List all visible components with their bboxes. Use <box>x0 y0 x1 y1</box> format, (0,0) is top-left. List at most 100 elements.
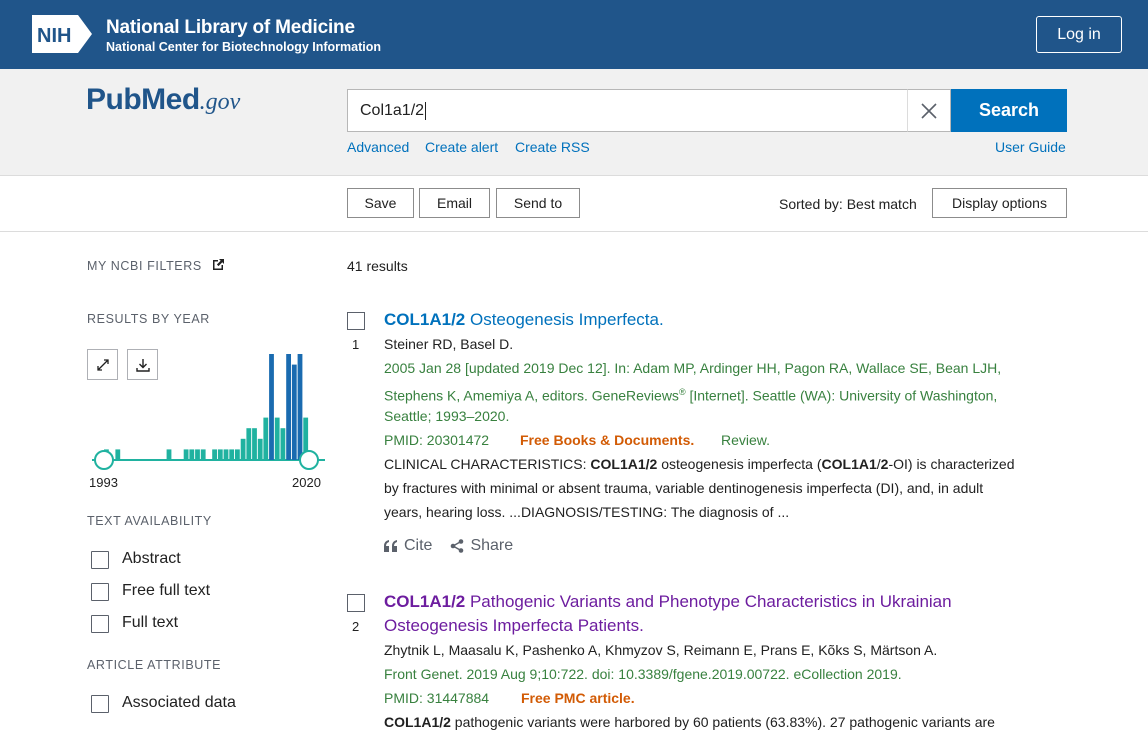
result-1-type: Review. <box>721 432 771 448</box>
result-2-snippet-1b: pathogenic variants were harbored by 60 … <box>450 714 995 730</box>
histogram-bar[interactable] <box>217 449 223 460</box>
nlm-title[interactable]: National Library of Medicine <box>106 17 355 39</box>
filter-associated-data[interactable]: Associated data <box>91 694 236 714</box>
histogram-bar[interactable] <box>115 449 121 460</box>
filter-free-full-text-label[interactable]: Free full text <box>122 582 210 600</box>
my-ncbi-filters-label: MY NCBI FILTERS <box>87 259 202 273</box>
result-2-free-badge: Free PMC article. <box>521 690 635 706</box>
histogram-bar[interactable] <box>189 449 195 460</box>
histogram-bar[interactable] <box>200 449 206 460</box>
result-1-actions: Cite Share <box>384 537 513 555</box>
nih-logo[interactable]: NIH <box>32 15 92 53</box>
filter-abstract-label[interactable]: Abstract <box>122 550 181 568</box>
result-1-snippet-3: years, hearing loss. ...DIAGNOSIS/TESTIN… <box>384 504 790 520</box>
result-count: 41 results <box>347 258 408 274</box>
result-1-cite-button[interactable]: Cite <box>384 537 432 555</box>
histogram-bar[interactable] <box>257 438 263 460</box>
create-alert-link[interactable]: Create alert <box>425 139 498 155</box>
logo-pub: Pub <box>86 83 142 116</box>
histogram-bar[interactable] <box>274 417 280 460</box>
advanced-link[interactable]: Advanced <box>347 139 409 155</box>
results-by-year-histogram[interactable] <box>87 340 332 475</box>
result-1-checkbox[interactable] <box>347 312 365 330</box>
histogram-bar[interactable] <box>246 428 252 460</box>
result-1-snippet-1d: COL1A1 <box>821 456 877 472</box>
result-2-snippet-1a: COL1A1/2 <box>384 714 451 730</box>
filter-full-text[interactable]: Full text <box>91 614 178 634</box>
result-1-pmid: PMID: 20301472 <box>384 432 490 448</box>
result-1-title-bold: COL1A1/2 <box>384 310 466 329</box>
result-2-title[interactable]: COL1A1/2 Pathogenic Variants and Phenoty… <box>384 590 1024 638</box>
filter-free-full-text[interactable]: Free full text <box>91 582 210 602</box>
histogram-bar[interactable] <box>166 449 172 460</box>
filter-associated-data-checkbox[interactable] <box>91 695 109 713</box>
email-button[interactable]: Email <box>419 188 490 218</box>
result-1-citation-2sup: ® <box>678 387 686 397</box>
logo-med: Med <box>141 83 200 116</box>
result-2-title-rest: Pathogenic Variants and Phenotype Charac… <box>465 592 952 611</box>
histogram-bar[interactable] <box>252 428 257 460</box>
filter-abstract-checkbox[interactable] <box>91 551 109 569</box>
filter-free-full-text-checkbox[interactable] <box>91 583 109 601</box>
share-icon <box>451 539 464 553</box>
result-1-share-label: Share <box>470 537 514 554</box>
histogram-bar[interactable] <box>263 417 269 460</box>
login-button[interactable]: Log in <box>1036 16 1122 53</box>
search-query: Col1a1/2 <box>360 101 425 119</box>
result-1-snippet-1c: osteogenesis imperfecta ( <box>657 456 822 472</box>
save-button[interactable]: Save <box>347 188 414 218</box>
user-guide-link[interactable]: User Guide <box>995 139 1066 155</box>
histogram-start-handle[interactable] <box>94 450 114 470</box>
filter-full-text-checkbox[interactable] <box>91 615 109 633</box>
histogram-bar[interactable] <box>286 354 291 460</box>
result-1-authors: Steiner RD, Basel D. <box>384 336 514 352</box>
result-2-pmid: PMID: 31447884 <box>384 690 490 706</box>
histogram-bar[interactable] <box>235 449 240 460</box>
text-cursor <box>425 101 427 120</box>
close-icon <box>921 102 937 119</box>
histogram-bar[interactable] <box>212 449 217 460</box>
histogram-bar[interactable] <box>229 449 235 460</box>
filter-associated-data-label[interactable]: Associated data <box>122 694 236 712</box>
create-rss-link[interactable]: Create RSS <box>515 139 590 155</box>
filter-abstract[interactable]: Abstract <box>91 550 181 570</box>
result-1-citation-2a: Stephens K, Amemiya A, editors. GeneRevi… <box>384 387 679 404</box>
result-1-title-rest: Osteogenesis Imperfecta. <box>465 310 664 329</box>
result-1-share-button[interactable]: Share <box>450 537 513 555</box>
filter-full-text-label[interactable]: Full text <box>122 614 178 632</box>
results-by-year-heading: RESULTS BY YEAR <box>87 312 210 326</box>
histogram-end-year: 2020 <box>292 475 321 490</box>
result-2-title-line2: Osteogenesis Imperfecta Patients. <box>384 616 644 635</box>
article-attribute-heading: ARTICLE ATTRIBUTE <box>87 658 222 672</box>
text-availability-heading: TEXT AVAILABILITY <box>87 514 212 528</box>
search-input[interactable]: Col1a1/2 <box>347 89 908 132</box>
result-1-snippet-1a: CLINICAL CHARACTERISTICS: <box>384 456 591 472</box>
result-1-snippet-1g: -OI) is characterized <box>888 456 1015 472</box>
result-2-title-bold: COL1A1/2 <box>384 592 466 611</box>
histogram-bar[interactable] <box>195 449 200 460</box>
result-1-citation-2b: [Internet]. Seattle (WA): University of … <box>685 387 998 404</box>
send-to-button[interactable]: Send to <box>496 188 580 218</box>
nih-logo-text: NIH <box>37 25 71 47</box>
result-1-title[interactable]: COL1A1/2 Osteogenesis Imperfecta. <box>384 308 1024 332</box>
result-2-authors: Zhytnik L, Maasalu K, Pashenko A, Khmyzo… <box>384 642 938 658</box>
result-2-snippet-1: COL1A1/2 pathogenic variants were harbor… <box>384 710 995 734</box>
pubmed-logo[interactable]: PubMed.gov <box>86 83 240 137</box>
my-ncbi-filters-heading[interactable]: MY NCBI FILTERS <box>87 258 225 273</box>
histogram-end-handle[interactable] <box>299 450 319 470</box>
histogram-bar[interactable] <box>291 364 297 460</box>
result-1-snippet-2: by fractures with minimal or absent trau… <box>384 480 984 496</box>
result-2-checkbox[interactable] <box>347 594 365 612</box>
histogram-bar[interactable] <box>240 438 246 460</box>
search-button[interactable]: Search <box>951 89 1067 132</box>
histogram-bar[interactable] <box>297 354 303 460</box>
histogram-bar[interactable] <box>269 354 274 460</box>
result-2-citation-1: Front Genet. 2019 Aug 9;10:722. doi: 10.… <box>384 666 902 682</box>
histogram-bar[interactable] <box>223 449 229 460</box>
ncbi-subtitle[interactable]: National Center for Biotechnology Inform… <box>106 40 381 54</box>
histogram-bar[interactable] <box>280 428 286 460</box>
clear-search-button[interactable] <box>907 89 951 132</box>
display-options-button[interactable]: Display options <box>932 188 1067 218</box>
sort-label[interactable]: Sorted by: Best match <box>779 196 917 212</box>
histogram-bar[interactable] <box>183 449 189 460</box>
